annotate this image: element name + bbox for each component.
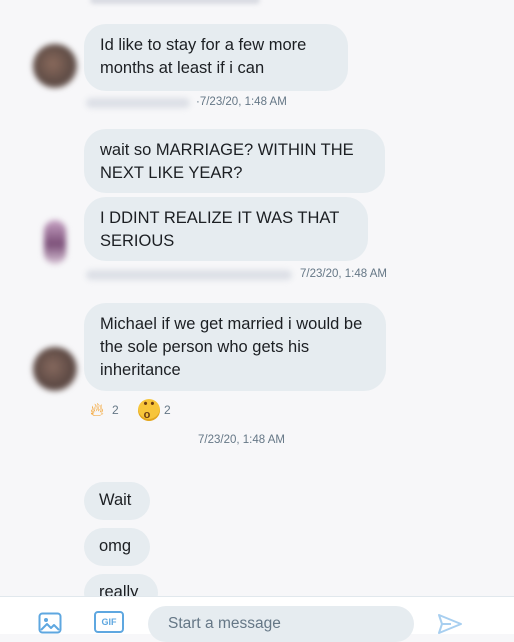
message-text: omg: [99, 537, 132, 555]
gif-icon[interactable]: GIF: [94, 611, 124, 633]
message-bubble: omg: [84, 528, 150, 566]
message-text: Michael if we get married i would be the…: [100, 315, 363, 379]
reaction-fire[interactable]: 🔥︎ 2: [86, 399, 119, 421]
blurred-sender-name: [86, 270, 292, 280]
message-text: I DDINT REALIZE IT WAS THAT SERIOUS: [100, 209, 339, 250]
message-input[interactable]: [148, 606, 414, 642]
message-text: Id like to stay for a few more months at…: [100, 36, 307, 77]
astonished-icon: • • o: [138, 399, 160, 421]
send-icon[interactable]: [437, 613, 463, 640]
message-timestamp: ·7/23/20, 1:48 AM: [196, 96, 287, 108]
reaction-count: 2: [112, 403, 119, 417]
reaction-count: 2: [164, 403, 171, 417]
message-bubble: Wait: [84, 482, 150, 520]
avatar[interactable]: [33, 44, 77, 88]
avatar[interactable]: [33, 347, 77, 391]
message-timestamp: 7/23/20, 1:48 AM: [300, 268, 387, 280]
image-icon[interactable]: [38, 612, 62, 639]
reaction-astonished[interactable]: • • o 2: [138, 399, 171, 421]
message-bubble: I DDINT REALIZE IT WAS THAT SERIOUS: [84, 197, 368, 261]
message-bubble: Michael if we get married i would be the…: [84, 303, 386, 391]
message-text: Wait: [99, 491, 132, 509]
message-timestamp: 7/23/20, 1:48 AM: [198, 434, 285, 446]
message-bubble: wait so MARRIAGE? WITHIN THE NEXT LIKE Y…: [84, 129, 385, 193]
blurred-sender-name: [86, 98, 190, 108]
fire-icon: 🔥︎: [90, 399, 104, 421]
blurred-header: [90, 0, 260, 4]
avatar[interactable]: [44, 220, 66, 264]
message-bubble: Id like to stay for a few more months at…: [84, 24, 348, 91]
message-composer: GIF: [0, 596, 514, 642]
top-strip: [0, 0, 514, 10]
message-text: wait so MARRIAGE? WITHIN THE NEXT LIKE Y…: [100, 141, 354, 182]
